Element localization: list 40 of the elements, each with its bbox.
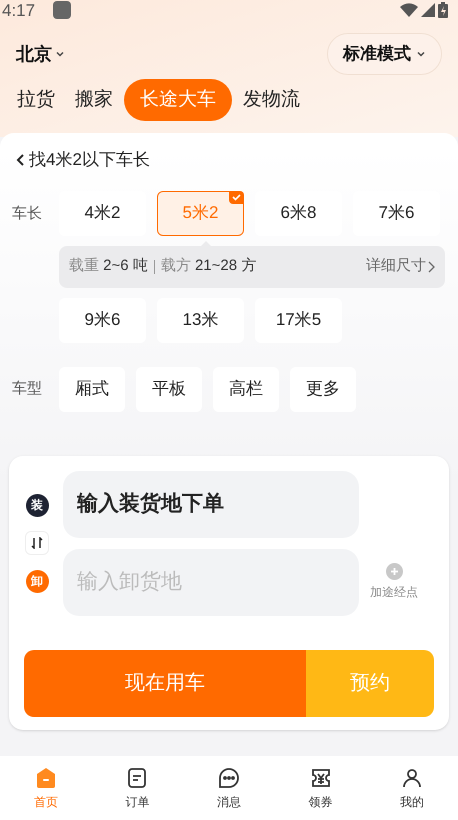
- truck-type-option[interactable]: 更多: [290, 366, 356, 412]
- address-field[interactable]: 输入卸货地: [63, 548, 359, 616]
- detail-size-link[interactable]: 详细尺寸: [366, 255, 435, 278]
- truck-type-option[interactable]: 平板: [136, 366, 202, 412]
- chevron-down-icon: [416, 49, 426, 59]
- nav-tab[interactable]: 我的: [366, 756, 458, 820]
- chevron-left-icon: [16, 152, 26, 167]
- truck-type-option[interactable]: 高栏: [213, 366, 279, 412]
- stop-badge: 装: [26, 494, 48, 516]
- load-capacity: 载重 2~6 吨: [69, 256, 148, 276]
- truck-type-option[interactable]: 厢式: [59, 366, 125, 412]
- truck-type-label: 车型: [12, 378, 43, 399]
- chat-bubble-icon: [216, 766, 241, 790]
- mode-selector[interactable]: 标准模式: [327, 33, 442, 75]
- truck-length-label: 车长: [12, 204, 43, 224]
- plus-circle-icon: [386, 563, 402, 580]
- add-stop-button[interactable]: 加途经点: [370, 563, 418, 601]
- truck-length-option[interactable]: 9米6: [59, 298, 146, 342]
- status-time: 4:17: [2, 2, 36, 18]
- truck-length-option[interactable]: 17米5: [255, 298, 342, 342]
- nav-tab[interactable]: 订单: [92, 756, 184, 820]
- battery-icon: [438, 2, 448, 18]
- volume-capacity: 载方 21~28 方: [160, 256, 256, 276]
- swap-button[interactable]: [25, 531, 49, 555]
- service-tab[interactable]: 发物流: [234, 79, 309, 121]
- truck-length-option[interactable]: 13米: [157, 298, 244, 342]
- swap-icon: [31, 537, 43, 549]
- chevron-right-icon: [428, 260, 435, 272]
- stop-badge: 卸: [26, 570, 48, 592]
- wifi-icon: [400, 3, 418, 17]
- nav-tab[interactable]: 消息: [183, 756, 275, 820]
- chevron-down-icon: [55, 49, 65, 59]
- notification-icon: [53, 1, 72, 19]
- check-icon: [229, 190, 244, 204]
- service-tab[interactable]: 拉货: [8, 79, 64, 121]
- city-selector[interactable]: 北京: [16, 40, 65, 68]
- back-link[interactable]: 找4米2以下车长: [0, 133, 166, 172]
- signal-icon: [421, 3, 435, 17]
- nav-tab[interactable]: 领券: [274, 756, 366, 820]
- service-tab[interactable]: 搬家: [66, 79, 122, 121]
